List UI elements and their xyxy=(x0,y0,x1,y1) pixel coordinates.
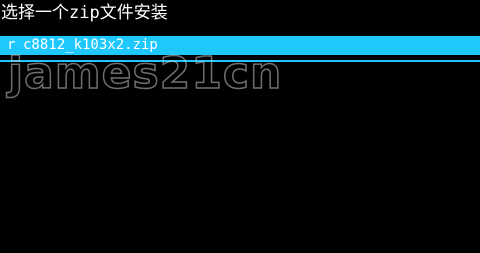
selection-bullet-icon: r xyxy=(7,37,16,53)
screen-title: 选择一个zip文件安装 xyxy=(1,3,168,23)
list-divider xyxy=(0,60,480,62)
file-name: c8812_k103x2.zip xyxy=(23,37,158,53)
file-list: r c8812_k103x2.zip xyxy=(0,36,480,62)
file-item-selected[interactable]: r c8812_k103x2.zip xyxy=(0,36,480,55)
